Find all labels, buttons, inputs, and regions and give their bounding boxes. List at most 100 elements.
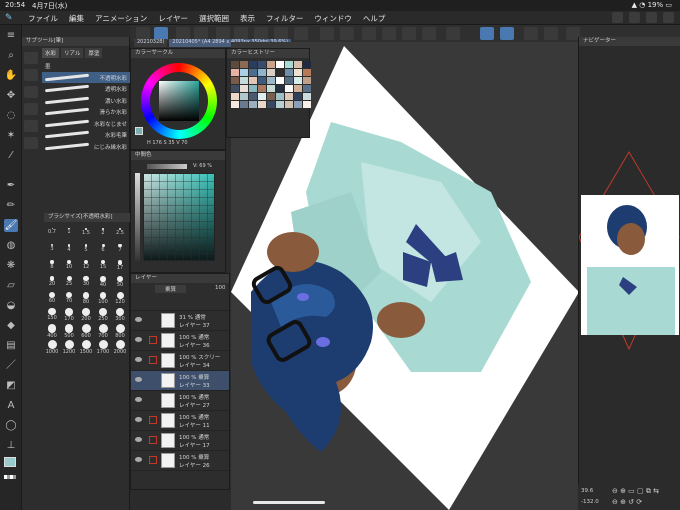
history-swatch[interactable] — [231, 101, 239, 108]
history-swatch[interactable] — [303, 85, 311, 92]
brush-item[interactable]: 滑らか水彩 — [42, 106, 130, 118]
eye-icon[interactable] — [135, 397, 142, 402]
quick-access-icon[interactable] — [612, 12, 623, 23]
subtool-group-real[interactable] — [24, 86, 38, 98]
brush-icon[interactable]: 🖌 — [4, 219, 18, 232]
history-swatch[interactable] — [285, 101, 293, 108]
crop-icon[interactable] — [422, 27, 436, 40]
brush-size-cell[interactable]: 6 — [95, 243, 111, 258]
brush-size-cell[interactable]: 800 — [112, 323, 128, 339]
history-swatch[interactable] — [285, 61, 293, 68]
brush-size-cell[interactable]: 25 — [61, 275, 77, 290]
brush-size-cell[interactable]: 20 — [44, 275, 60, 290]
brush-item[interactable]: 透明水彩 — [42, 83, 130, 95]
brush-size-cell[interactable]: 200 — [78, 307, 94, 322]
subtool-tab[interactable]: リアル — [61, 48, 84, 58]
history-swatch[interactable] — [276, 77, 284, 84]
history-swatch[interactable] — [258, 101, 266, 108]
brush-size-cell[interactable]: 170 — [61, 307, 77, 322]
history-swatch[interactable] — [285, 93, 293, 100]
history-swatch[interactable] — [303, 61, 311, 68]
brush-size-cell[interactable]: 30 — [78, 275, 94, 290]
history-swatch[interactable] — [276, 69, 284, 76]
history-swatch[interactable] — [303, 69, 311, 76]
history-swatch[interactable] — [294, 85, 302, 92]
lasso-icon[interactable]: ◌ — [4, 109, 18, 122]
ruler-icon[interactable]: ⊥ — [4, 439, 18, 452]
history-swatch[interactable] — [258, 69, 266, 76]
hand-icon[interactable]: ✋ — [4, 69, 18, 82]
history-swatch[interactable] — [294, 69, 302, 76]
perspective-icon[interactable] — [544, 27, 558, 40]
brush-size-cell[interactable]: 40 — [95, 275, 111, 290]
transparent-swatch[interactable] — [4, 475, 18, 488]
brush-size-cell[interactable]: 8 — [44, 259, 60, 274]
menu-item[interactable]: アニメーション — [95, 13, 147, 24]
doc-tab-1[interactable]: 20210328( — [134, 39, 168, 47]
rotate-controls-icon[interactable]: ⊖ ⊕ ↺ ⟳ — [612, 498, 642, 506]
layer-row[interactable]: 100 % 通常 レイヤー 17 — [131, 431, 229, 451]
brush-item[interactable]: 不透明水彩 — [42, 71, 130, 83]
layer-row[interactable]: 100 % 通常 レイヤー 36 — [131, 331, 229, 351]
menu-item[interactable]: ファイル — [28, 13, 58, 24]
pen-icon[interactable]: ✒ — [4, 179, 18, 192]
deselect-icon[interactable] — [382, 27, 396, 40]
balloon-icon[interactable]: ◯ — [4, 419, 18, 432]
history-swatch[interactable] — [276, 61, 284, 68]
brush-size-cell[interactable]: 1000 — [44, 339, 60, 355]
ruler-snap-icon[interactable] — [480, 27, 494, 40]
brush-size-cell[interactable]: 700 — [95, 323, 111, 339]
brush-size-cell[interactable]: 1.5 — [78, 227, 94, 242]
vertical-slider[interactable] — [135, 173, 140, 261]
layer-row[interactable]: 100 % 通常 レイヤー 27 — [131, 391, 229, 411]
history-swatch[interactable] — [240, 101, 248, 108]
eye-icon[interactable] — [135, 457, 142, 462]
history-swatch[interactable] — [231, 77, 239, 84]
brush-size-cell[interactable]: 500 — [61, 323, 77, 339]
figure-icon[interactable]: ／ — [4, 359, 18, 372]
history-swatch[interactable] — [267, 85, 275, 92]
history-swatch[interactable] — [285, 77, 293, 84]
brush-item[interactable]: にじみ縁水彩 — [42, 141, 130, 153]
subtool-group-ink[interactable] — [24, 69, 38, 81]
history-swatch[interactable] — [267, 77, 275, 84]
history-swatch[interactable] — [285, 85, 293, 92]
history-swatch[interactable] — [285, 69, 293, 76]
history-swatch[interactable] — [276, 101, 284, 108]
brush-size-cell[interactable]: 15 — [95, 259, 111, 274]
navigator-preview[interactable] — [579, 137, 680, 467]
brush-size-cell[interactable]: 1500 — [78, 339, 94, 355]
history-swatch[interactable] — [267, 69, 275, 76]
brush-size-cell[interactable]: 400 — [44, 323, 60, 339]
decoration-icon[interactable]: ❋ — [4, 259, 18, 272]
blend-icon[interactable]: ◒ — [4, 299, 18, 312]
menu-item[interactable]: ウィンドウ — [314, 13, 352, 24]
magic-wand-icon[interactable]: ✶ — [4, 129, 18, 142]
history-swatch[interactable] — [231, 93, 239, 100]
eye-icon[interactable] — [135, 317, 142, 322]
brush-size-cell[interactable]: 17 — [112, 259, 128, 274]
special-ruler-icon[interactable] — [500, 27, 514, 40]
zoom-value[interactable]: 39.6 — [581, 488, 593, 494]
subtool-tab[interactable]: 水彩 — [42, 48, 60, 58]
brush-size-cell[interactable]: 1700 — [95, 339, 111, 355]
main-color-swatch[interactable] — [4, 457, 18, 470]
menu-item[interactable]: 選択範囲 — [199, 13, 229, 24]
layer-row[interactable]: 100 % 乗算 レイヤー 26 — [131, 451, 229, 471]
menu-item[interactable]: レイヤー — [158, 13, 188, 24]
settings-icon[interactable] — [646, 12, 657, 23]
subtool-group-other[interactable] — [24, 137, 38, 149]
airbrush-icon[interactable]: ◍ — [4, 239, 18, 252]
brush-size-cell[interactable]: 10 — [61, 259, 77, 274]
history-swatch[interactable] — [294, 93, 302, 100]
eye-icon[interactable] — [135, 437, 142, 442]
brush-size-cell[interactable]: 1200 — [61, 339, 77, 355]
subtool-group-watercolor[interactable] — [24, 52, 38, 64]
brush-size-cell[interactable]: 4 — [61, 243, 77, 258]
history-swatch[interactable] — [267, 61, 275, 68]
history-swatch[interactable] — [276, 93, 284, 100]
history-swatch[interactable] — [231, 61, 239, 68]
history-swatch[interactable] — [294, 77, 302, 84]
fill-icon[interactable]: ◆ — [4, 319, 18, 332]
brush-size-cell[interactable]: 3 — [44, 243, 60, 258]
